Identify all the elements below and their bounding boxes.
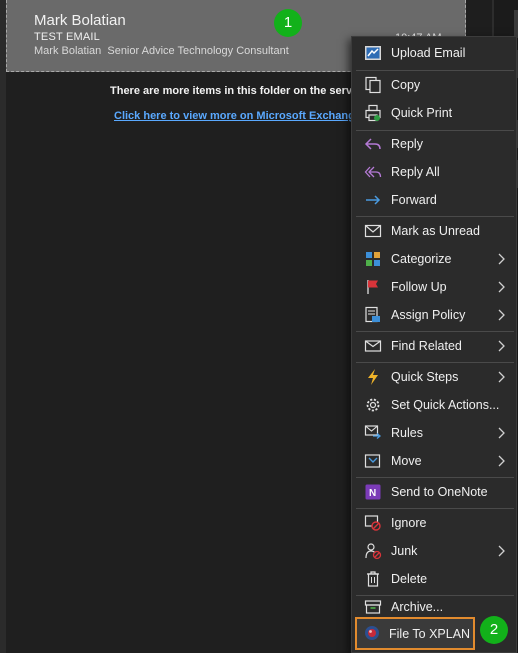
menu-separator (356, 70, 514, 71)
menu-label: Set Quick Actions... (391, 398, 500, 412)
mail-preview: Mark Bolatian Senior Advice Technology C… (34, 45, 289, 57)
rules-icon (363, 423, 383, 443)
gear-icon (363, 395, 383, 415)
junk-icon (363, 541, 383, 561)
menu-label: Archive... (391, 600, 444, 614)
menu-label: Ignore (391, 516, 427, 530)
menu-item-follow-up[interactable]: Follow Up (355, 274, 515, 300)
menu-label: File To XPLAN (389, 627, 471, 641)
upload-email-icon (363, 43, 383, 63)
edge-tick (514, 10, 518, 38)
menu-label: Delete (391, 572, 428, 586)
menu-label: Upload Email (391, 46, 466, 60)
chevron-right-icon (498, 427, 505, 439)
menu-item-mark-unread[interactable]: Mark as Unread (355, 218, 515, 244)
ignore-icon (363, 513, 383, 533)
menu-label: Send to OneNote (391, 485, 488, 499)
menu-item-delete[interactable]: Delete (355, 566, 515, 592)
menu-label: Forward (391, 193, 437, 207)
archive-icon (363, 597, 383, 617)
menu-label: Junk (391, 544, 418, 558)
menu-item-reply-all[interactable]: Reply All (355, 159, 515, 185)
menu-separator (356, 477, 514, 478)
menu-item-file-to-xplan[interactable]: File To XPLAN (355, 617, 475, 650)
reply-all-icon (363, 162, 383, 182)
step-marker-2: 2 (480, 616, 508, 644)
menu-separator (356, 362, 514, 363)
menu-item-quick-print[interactable]: Quick Print (355, 100, 515, 126)
menu-label: Reply (391, 137, 423, 151)
menu-item-reply[interactable]: Reply (355, 131, 515, 157)
svg-text:N: N (369, 488, 376, 499)
policy-icon (363, 305, 383, 325)
chevron-right-icon (498, 340, 505, 352)
xplan-icon (363, 624, 383, 644)
reply-icon (363, 134, 383, 154)
chevron-right-icon (498, 281, 505, 293)
trash-icon (363, 569, 383, 589)
lightning-icon (363, 367, 383, 387)
menu-item-assign-policy[interactable]: Assign Policy (355, 302, 515, 328)
menu-item-quick-steps[interactable]: Quick Steps (355, 364, 515, 390)
menu-item-forward[interactable]: Forward (355, 187, 515, 213)
mail-subject: TEST EMAIL (34, 31, 100, 43)
menu-label: Assign Policy (391, 308, 466, 322)
chevron-right-icon (498, 253, 505, 265)
menu-separator (356, 331, 514, 332)
menu-item-copy[interactable]: Copy (355, 72, 515, 98)
menu-label: Mark as Unread (391, 224, 480, 238)
menu-label: Move (391, 454, 422, 468)
left-rail (0, 0, 6, 653)
more-items-notice: There are more items in this folder on t… (110, 85, 353, 97)
chevron-right-icon (498, 455, 505, 467)
print-icon (363, 103, 383, 123)
menu-label: Find Related (391, 339, 462, 353)
envelope-icon (363, 221, 383, 241)
menu-item-move[interactable]: Move (355, 448, 515, 474)
menu-label: Categorize (391, 252, 452, 266)
menu-separator (356, 216, 514, 217)
onenote-icon: N (363, 482, 383, 502)
menu-separator (356, 508, 514, 509)
move-icon (363, 451, 383, 471)
mail-sender: Mark Bolatian (34, 12, 126, 29)
chevron-right-icon (498, 309, 505, 321)
flag-icon (363, 277, 383, 297)
forward-icon (363, 190, 383, 210)
step-marker-1: 1 (274, 9, 302, 37)
chevron-right-icon (498, 371, 505, 383)
menu-item-junk[interactable]: Junk (355, 538, 515, 564)
categorize-icon (363, 249, 383, 269)
copy-icon (363, 75, 383, 95)
menu-label: Reply All (391, 165, 440, 179)
menu-label: Rules (391, 426, 423, 440)
chevron-right-icon (498, 545, 505, 557)
menu-item-set-quick-actions[interactable]: Set Quick Actions... (355, 392, 515, 418)
menu-item-upload-email[interactable]: Upload Email (355, 40, 515, 66)
menu-item-find-related[interactable]: Find Related (355, 333, 515, 359)
menu-item-ignore[interactable]: Ignore (355, 510, 515, 536)
menu-item-send-to-onenote[interactable]: N Send to OneNote (355, 479, 515, 505)
context-menu: Upload Email Copy Quick Print Reply Repl… (351, 36, 517, 653)
find-related-icon (363, 336, 383, 356)
menu-label: Quick Steps (391, 370, 459, 384)
menu-label: Copy (391, 78, 421, 92)
menu-item-rules[interactable]: Rules (355, 420, 515, 446)
menu-label: Quick Print (391, 106, 453, 120)
view-more-link[interactable]: Click here to view more on Microsoft Exc… (114, 110, 355, 122)
menu-label: Follow Up (391, 280, 447, 294)
menu-item-categorize[interactable]: Categorize (355, 246, 515, 272)
